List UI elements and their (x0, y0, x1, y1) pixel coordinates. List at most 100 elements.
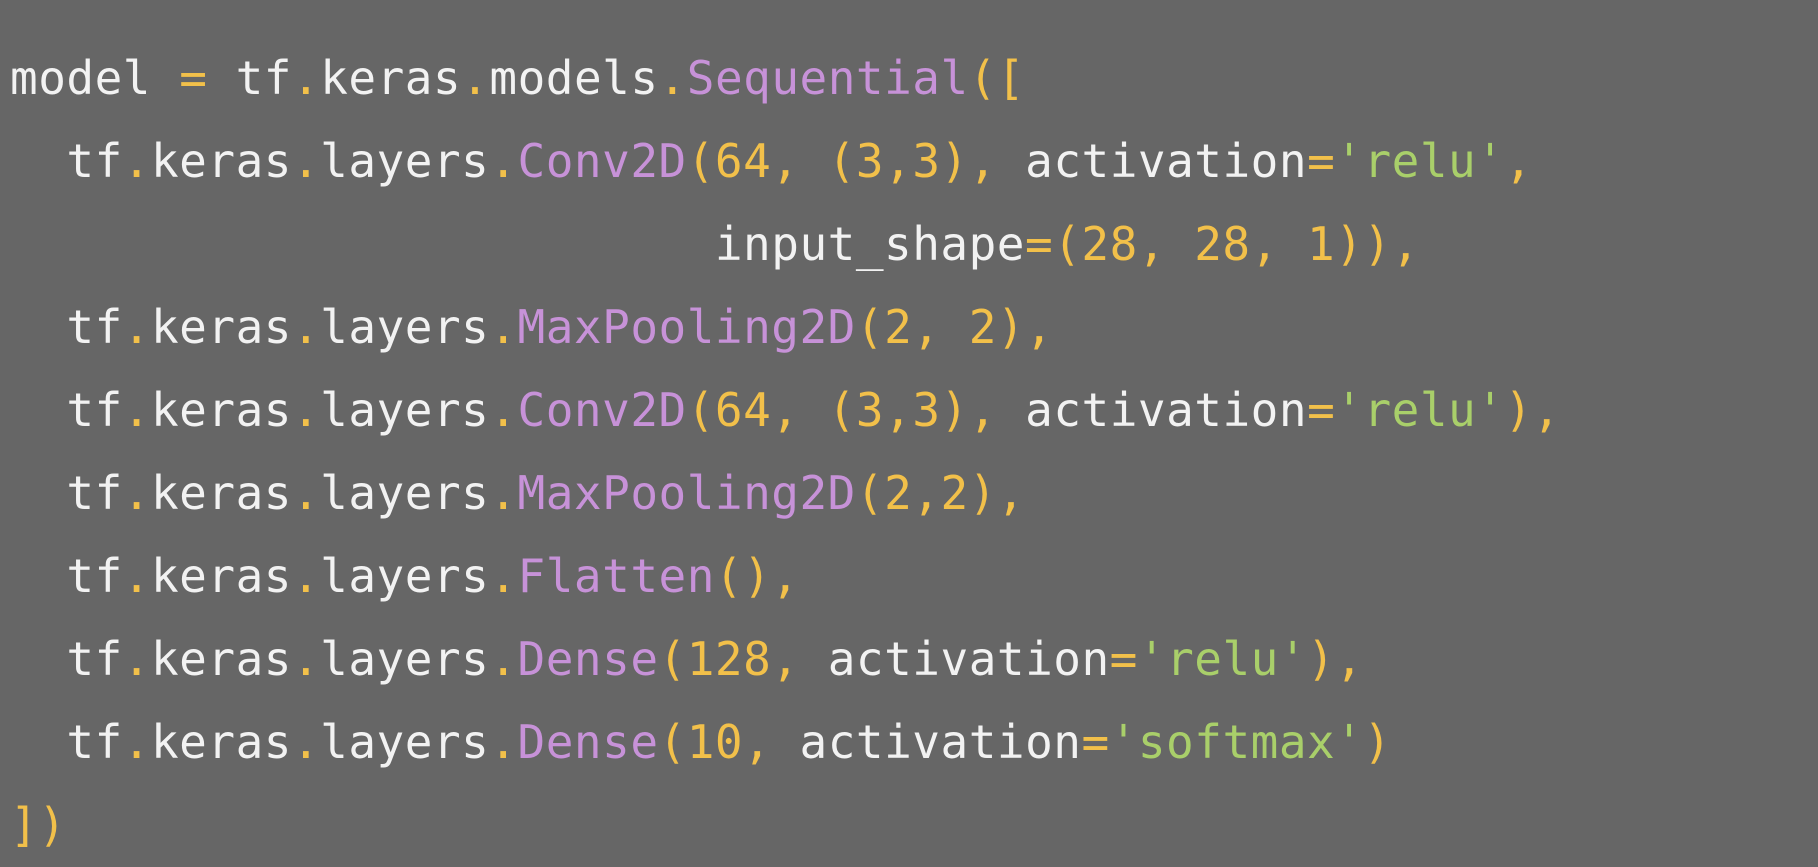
code-token: . (489, 632, 518, 686)
code-token: 3 (912, 134, 941, 188)
code-token: Dense (517, 715, 659, 769)
code-token: , (884, 134, 913, 188)
code-token: 3 (855, 134, 885, 188)
code-token: layers (320, 383, 490, 437)
code-token: ), (1504, 383, 1561, 437)
code-token: keras (150, 715, 292, 769)
code-token: tf (10, 300, 123, 354)
code-token: , (884, 383, 913, 437)
code-token: ), (1307, 632, 1364, 686)
code-line-5: tf.keras.layers.Conv2D(64, (3,3), activa… (10, 369, 1818, 452)
code-token: layers (320, 715, 490, 769)
code-token: ( (686, 134, 715, 188)
code-token: Conv2D (517, 134, 687, 188)
code-token: ( (686, 383, 715, 437)
code-token: tf (10, 383, 123, 437)
code-token: . (291, 383, 321, 437)
code-token: 64 (714, 383, 772, 437)
code-token: models (489, 51, 659, 105)
code-token: = (179, 51, 208, 105)
code-token: = (1109, 632, 1138, 686)
code-token: keras (150, 134, 292, 188)
code-token: 3 (855, 383, 885, 437)
code-token: . (291, 466, 321, 520)
code-token: keras (320, 51, 462, 105)
code-token: 2 (968, 300, 997, 354)
code-token: activation (996, 383, 1308, 437)
code-token: keras (150, 300, 292, 354)
code-line-10: ]) (10, 784, 1818, 867)
code-token: 10 (686, 715, 744, 769)
code-token: tf (10, 549, 123, 603)
code-token: keras (150, 549, 292, 603)
code-token: = (1307, 383, 1336, 437)
code-token: . (291, 134, 321, 188)
code-token: Dense (517, 632, 659, 686)
code-token: ( (855, 466, 885, 520)
code-token: 2 (940, 466, 969, 520)
code-token: . (461, 51, 490, 105)
code-token: ( (658, 632, 687, 686)
code-token: . (291, 300, 321, 354)
code-token: ([ (968, 51, 1026, 105)
code-token: , (968, 383, 997, 437)
code-token: tf (10, 715, 123, 769)
code-token: ( (658, 715, 687, 769)
code-line-3: input_shape=(28, 28, 1)), (10, 203, 1818, 286)
code-token: MaxPooling2D (517, 300, 856, 354)
code-token: . (122, 715, 151, 769)
code-token: . (489, 466, 518, 520)
code-token: . (291, 715, 321, 769)
code-token: . (122, 466, 151, 520)
code-token: Sequential (686, 51, 969, 105)
code-token: . (122, 134, 151, 188)
code-token: 2 (884, 466, 913, 520)
code-slide: model = tf.keras.models.Sequential([ tf.… (0, 0, 1818, 866)
code-token: tf (10, 466, 123, 520)
code-token: , (771, 134, 800, 188)
code-token: . (489, 715, 518, 769)
code-token: , (1504, 134, 1533, 188)
code-token: Flatten (517, 549, 715, 603)
code-token: 128 (686, 632, 772, 686)
code-token: activation (799, 632, 1110, 686)
code-token: = (1307, 134, 1336, 188)
code-token: 'relu' (1335, 383, 1505, 437)
code-token: tf (207, 51, 292, 105)
code-token: (), (714, 549, 800, 603)
code-token: input_shape (10, 217, 1025, 271)
code-token: ), (996, 300, 1054, 354)
code-token: layers (320, 466, 490, 520)
code-line-1: model = tf.keras.models.Sequential([ (10, 37, 1818, 120)
code-token: . (291, 632, 321, 686)
code-token: 'softmax' (1109, 715, 1364, 769)
code-token: , (1250, 217, 1279, 271)
code-token: =( (1025, 217, 1082, 271)
code-token: activation (996, 134, 1308, 188)
code-token: . (489, 134, 518, 188)
code-token: MaxPooling2D (517, 466, 856, 520)
code-token: )), (1335, 217, 1420, 271)
code-token: , (1137, 217, 1166, 271)
code-token: . (658, 51, 687, 105)
code-line-7: tf.keras.layers.Flatten(), (10, 535, 1818, 618)
code-token: activation (771, 715, 1082, 769)
code-line-2: tf.keras.layers.Conv2D(64, (3,3), activa… (10, 120, 1818, 203)
code-token: , (743, 715, 772, 769)
code-token: layers (320, 134, 490, 188)
code-token: 3 (912, 383, 941, 437)
code-token: ) (940, 383, 969, 437)
code-token: ) (940, 134, 969, 188)
code-token: , (968, 134, 997, 188)
code-token: 28 (1194, 217, 1251, 271)
code-token: ( (827, 134, 856, 188)
code-token: model (10, 51, 151, 105)
code-block: model = tf.keras.models.Sequential([ tf.… (10, 37, 1818, 867)
code-line-6: tf.keras.layers.MaxPooling2D(2,2), (10, 452, 1818, 535)
code-token: . (122, 632, 151, 686)
code-token: , (771, 383, 800, 437)
code-token: 'relu' (1335, 134, 1505, 188)
code-line-8: tf.keras.layers.Dense(128, activation='r… (10, 618, 1818, 701)
code-token: Conv2D (517, 383, 687, 437)
